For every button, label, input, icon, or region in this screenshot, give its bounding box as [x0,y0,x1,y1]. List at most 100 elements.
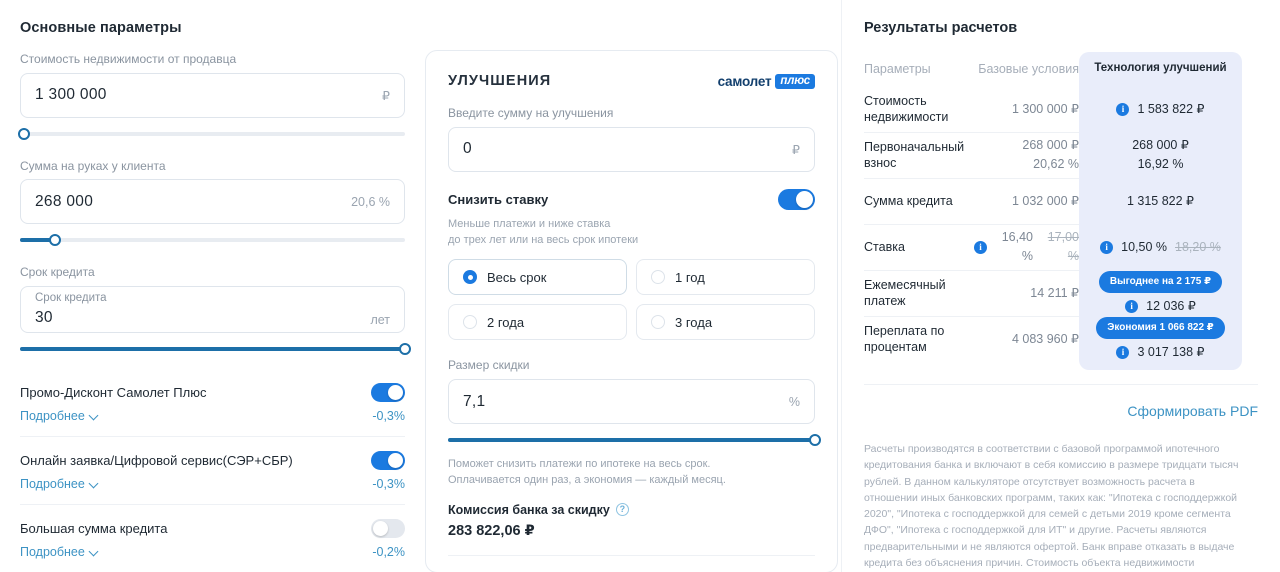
bank-fee-amount: 283 822,06 ₽ [448,522,535,539]
rate-term-options: Весь срок 1 год 2 года 3 года [448,259,815,341]
lower-rate-hint: Меньше платежи и ниже ставка до трех лет… [448,217,815,249]
slider-thumb[interactable] [399,342,411,355]
discount-size-label: Размер скидки [448,358,530,373]
rate-term-option[interactable]: 2 года [448,304,627,341]
results-panel: Результаты расчетов Параметры Базовые ус… [842,0,1280,572]
slider-fill [448,438,815,443]
chevron-down-icon [90,547,99,556]
row-base-cell: 14 211 ₽ [974,284,1079,303]
row-base-cell: 4 083 960 ₽ [974,330,1079,349]
client-cash-value: 268 000 [35,192,94,210]
row-separator [864,178,1079,179]
question-icon[interactable]: ? [615,503,629,517]
discount-options-list: Промо-Дисконт Самолет Плюс Подробнее -0,3%… [20,369,405,572]
results-table: Параметры Базовые условия Технология улу… [864,52,1242,370]
discount-size-input[interactable]: 7,1 % [448,379,815,425]
option-discount-value: -0,2% [372,544,405,559]
option-toggle[interactable] [371,518,405,538]
property-price-slider[interactable] [17,127,405,141]
info-icon[interactable]: i [974,240,987,254]
option-toggle[interactable] [371,450,405,470]
option-header: Большая сумма кредита [20,518,405,538]
results-rows: Стоимость недвижимости 1 300 000 ₽ i 1 583 … [864,86,1242,362]
row-tech-value: 1 315 822 ₽ [1126,193,1195,208]
row-param-label: Ставка [864,239,905,254]
option-more-link[interactable]: Подробнее [20,545,99,559]
client-cash-percent: 20,6 % [351,194,390,209]
row-param-label: Сумма кредита [864,193,953,208]
slider-thumb[interactable] [17,127,30,140]
row-base-value: 1 300 000 ₽ [1011,101,1079,116]
percent-sign-icon: % [788,394,800,409]
slider-track [20,238,405,243]
rate-term-option-label: 1 год [675,269,705,285]
row-separator [864,270,1079,271]
results-title: Результаты расчетов [864,20,1018,36]
option-footer: Подробнее -0,3% [20,409,405,436]
table-row: Стоимость недвижимости 1 300 000 ₽ i 1 583 … [864,86,1242,132]
row-tech-cell: Экономия 1 066 822 ₽ i 3 017 138 ₽ [1079,316,1242,362]
row-param-label: Первоначальный взнос [864,139,965,170]
row-base-value: 268 000 ₽ [1022,138,1079,153]
option-label: Онлайн заявка/Цифровой сервис(СЭР+СБР) [20,452,293,468]
row-tech-cell: i 1 583 822 ₽ [1079,100,1242,119]
option-toggle[interactable] [371,382,405,402]
toggle-knob [388,452,403,468]
option-discount-value: -0,3% [372,408,405,423]
table-row: Сумма кредита 1 032 000 ₽ 1 315 822 ₽ [864,178,1242,224]
rate-term-option[interactable]: 1 год [636,259,815,296]
improvements-header: УЛУЧШЕНИЯ самолет плюс [448,73,815,89]
improvement-amount-input[interactable]: 0 ₽ [448,126,815,172]
radio-icon [651,270,665,285]
info-icon[interactable]: i [1116,102,1130,116]
loan-term-slider[interactable] [20,342,411,356]
improvements-card: УЛУЧШЕНИЯ самолет плюс Введите сумму на … [425,50,838,572]
slider-thumb[interactable] [809,434,821,447]
bank-fee-title: Комиссия банка за скидку [448,502,610,517]
option-footer: Подробнее -0,3% [20,477,405,504]
loan-term-input[interactable]: Срок кредита 30 лет [20,285,405,333]
row-separator [864,224,1079,225]
row-param-label: Стоимость недвижимости [864,93,949,124]
info-icon[interactable]: i [1125,299,1139,313]
mortgage-calculator-page: Основные параметры Стоимость недвижимост… [0,0,1280,572]
discount-size-value: 7,1 [463,392,486,410]
generate-pdf-button[interactable]: Сформировать PDF [1127,403,1258,419]
ruble-sign-icon: ₽ [382,88,390,103]
row-tech-cell: 268 000 ₽ 16,92 % [1079,136,1242,174]
option-label: Большая сумма кредита [20,520,168,536]
table-row: Первоначальный взнос 268 000 ₽20,62 % 268 … [864,132,1242,178]
option-more-label: Подробнее [20,408,85,423]
client-cash-input[interactable]: 268 000 20,6 % [20,179,405,225]
discount-option-row: Промо-Дисконт Самолет Плюс Подробнее -0,3% [20,369,405,436]
loan-term-inner-label: Срок кредита [35,291,107,304]
discount-size-slider[interactable] [448,433,821,447]
ruble-sign-icon: ₽ [792,142,800,157]
option-more-link[interactable]: Подробнее [20,409,99,423]
samolet-plus-logo: самолет плюс [718,73,815,89]
client-cash-slider[interactable] [20,233,405,247]
radio-icon [463,270,477,285]
table-row: Переплата по процентам 4 083 960 ₽ Экономи… [864,316,1242,362]
property-price-input[interactable]: 1 300 000 ₽ [20,72,405,118]
column-header-tech: Технология улучшений [1094,62,1227,75]
lower-rate-row: Снизить ставку [448,188,815,210]
slider-thumb[interactable] [48,234,61,247]
option-footer: Подробнее -0,2% [20,545,405,572]
option-more-link[interactable]: Подробнее [20,477,99,491]
rate-term-option[interactable]: 3 года [636,304,815,341]
row-badge: Экономия 1 066 822 ₽ [1096,316,1225,339]
rate-term-option[interactable]: Весь срок [448,259,627,296]
info-icon[interactable]: i [1100,240,1114,254]
info-icon[interactable]: i [1116,345,1130,359]
option-header: Промо-Дисконт Самолет Плюс [20,382,405,402]
option-more-label: Подробнее [20,544,85,559]
disclaimer-text: Расчеты производятся в соответствии с ба… [864,443,1239,569]
lower-rate-toggle[interactable] [778,188,815,210]
loan-term-unit: лет [370,312,390,327]
divider [448,554,815,556]
row-base-value: 4 083 960 ₽ [1011,331,1079,346]
tech-value-wrap: i 1 583 822 ₽ [1079,100,1242,119]
field-loan-term: Срок кредита Срок кредита 30 лет [20,265,411,356]
option-header: Онлайн заявка/Цифровой сервис(СЭР+СБР) [20,450,405,470]
